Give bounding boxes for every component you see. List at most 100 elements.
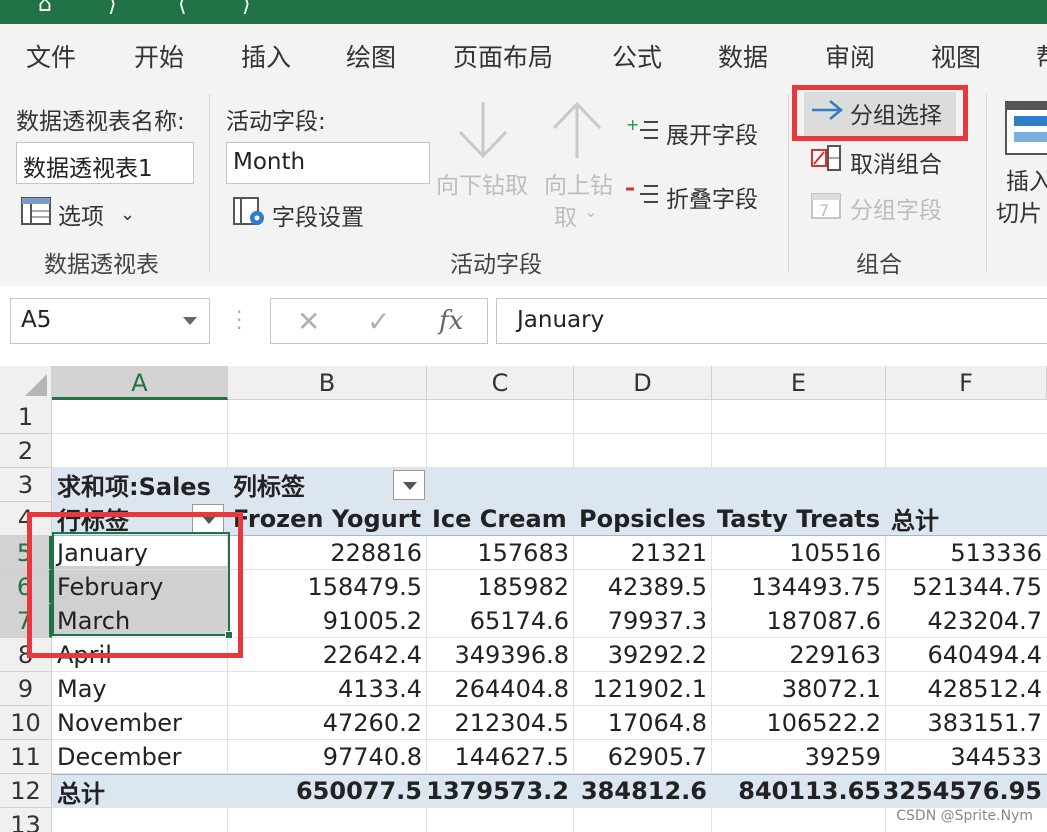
data-cell[interactable]: 158479.5 [228, 570, 427, 604]
data-cell[interactable]: 91005.2 [228, 604, 427, 637]
column-header-d[interactable]: D [574, 366, 712, 400]
menu-home[interactable]: 开始 [134, 38, 184, 74]
drill-down-button[interactable]: 向下钻取 [434, 100, 534, 220]
data-cell[interactable]: 383151.7 [886, 706, 1047, 739]
grand-total-label[interactable]: 总计 [52, 775, 228, 808]
row-label-cell[interactable]: December [52, 740, 228, 773]
data-cell[interactable]: 134493.75 [712, 570, 886, 604]
insert-function-icon[interactable]: fx [439, 306, 463, 336]
row-header[interactable]: 4 [0, 502, 52, 536]
data-cell[interactable]: 423204.7 [886, 604, 1047, 637]
data-cell[interactable]: 121902.1 [574, 672, 712, 705]
row-header[interactable]: 2 [0, 434, 52, 468]
data-cell[interactable]: 39292.2 [574, 638, 712, 671]
menu-data[interactable]: 数据 [718, 38, 768, 74]
data-cell[interactable]: 47260.2 [228, 706, 427, 739]
cancel-icon[interactable]: ✕ [297, 305, 320, 338]
name-box[interactable]: A5 [10, 298, 210, 344]
row-label-cell[interactable]: April [52, 638, 228, 671]
data-cell[interactable]: 105516 [712, 536, 886, 569]
pivot-name-input[interactable]: 数据透视表1 [16, 142, 194, 184]
row-header[interactable]: 11 [0, 740, 52, 774]
row-header[interactable]: 1 [0, 400, 52, 434]
header-cell[interactable]: Frozen Yogurt [228, 502, 427, 535]
total-cell[interactable]: 3254576.95 [883, 775, 1047, 807]
total-cell[interactable]: 1379573.2 [426, 775, 574, 807]
data-cell[interactable]: 157683 [427, 536, 574, 569]
group-selection-button[interactable]: 分组选择 [810, 96, 942, 130]
data-cell[interactable]: 187087.6 [712, 604, 886, 637]
data-cell[interactable]: 21321 [574, 536, 712, 569]
header-cell[interactable]: Popsicles [574, 502, 712, 535]
data-cell[interactable]: 264404.8 [427, 672, 574, 705]
data-cell[interactable]: 4133.4 [228, 672, 427, 705]
row-header[interactable]: 6 [0, 570, 52, 604]
data-cell[interactable]: 185982 [427, 570, 574, 604]
menu-page-layout[interactable]: 页面布局 [453, 38, 553, 74]
data-cell[interactable]: 513336 [886, 536, 1047, 569]
home-icon[interactable]: ⌂ [38, 0, 52, 16]
menu-view[interactable]: 视图 [931, 38, 981, 74]
data-cell[interactable]: 38072.1 [712, 672, 886, 705]
row-label-cell[interactable]: May [52, 672, 228, 705]
data-cell[interactable]: 22642.4 [228, 638, 427, 671]
forward-icon[interactable]: ⟩ [242, 0, 251, 16]
data-cell[interactable]: 39259 [712, 740, 886, 773]
column-header-b[interactable]: B [228, 366, 427, 400]
column-header-e[interactable]: E [712, 366, 886, 400]
collapse-field-button[interactable]: 折叠字段 [626, 180, 758, 214]
row-header[interactable]: 8 [0, 638, 52, 672]
menu-review[interactable]: 审阅 [825, 38, 875, 74]
data-cell[interactable]: 79937.3 [574, 604, 712, 637]
column-filter-dropdown[interactable] [393, 470, 425, 500]
menu-help[interactable]: 帮 [1036, 38, 1047, 74]
header-cell[interactable]: 总计 [886, 502, 1047, 535]
header-cell[interactable]: Ice Cream [427, 502, 574, 535]
options-button[interactable]: 选项 ⌄ [20, 196, 135, 232]
data-cell[interactable]: 62905.7 [574, 740, 712, 773]
data-cell[interactable]: 640494.4 [886, 638, 1047, 671]
data-cell[interactable]: 42389.5 [574, 570, 712, 604]
data-cell[interactable]: 144627.5 [427, 740, 574, 773]
data-cell[interactable]: 349396.8 [427, 638, 574, 671]
total-cell[interactable]: 650077.5 [228, 775, 427, 807]
header-cell[interactable]: Tasty Treats [712, 502, 886, 535]
forward-icon[interactable]: ⟩ [108, 0, 117, 16]
select-all-button[interactable] [0, 366, 52, 400]
row-header[interactable]: 9 [0, 672, 52, 706]
drag-handle-icon[interactable]: · · · [236, 302, 242, 338]
insert-slicer-button[interactable]: 插入 切片 [996, 98, 1047, 238]
menu-insert[interactable]: 插入 [241, 38, 291, 74]
menu-formulas[interactable]: 公式 [612, 38, 662, 74]
back-icon[interactable]: ⟨ [178, 0, 187, 16]
column-header-a[interactable]: A [52, 366, 228, 400]
row-header[interactable]: 3 [0, 468, 52, 502]
formula-input[interactable]: January [496, 298, 1047, 344]
data-cell[interactable]: 17064.8 [574, 706, 712, 739]
row-header[interactable]: 12 [0, 774, 52, 808]
total-cell[interactable]: 840113.65 [712, 775, 886, 807]
data-cell[interactable]: 212304.5 [427, 706, 574, 739]
data-cell[interactable]: 65174.6 [427, 604, 574, 637]
total-cell[interactable]: 384812.6 [574, 775, 712, 807]
active-field-input[interactable]: Month [226, 142, 430, 184]
pivot-value-field[interactable]: 求和项:Sales [52, 468, 228, 501]
fill-handle[interactable] [225, 631, 233, 639]
row-header[interactable]: 7 [0, 604, 52, 638]
drill-up-button[interactable]: 向上钻 取 ⌄ [540, 100, 620, 250]
data-cell[interactable]: 521344.75 [886, 570, 1047, 604]
group-field-button[interactable]: 7 分组字段 [810, 190, 942, 226]
row-header[interactable]: 13 [0, 808, 52, 832]
data-cell[interactable]: 229163 [712, 638, 886, 671]
row-label-cell[interactable]: November [52, 706, 228, 739]
data-cell[interactable]: 344533 [886, 740, 1047, 773]
column-header-f[interactable]: F [886, 366, 1047, 400]
data-cell[interactable]: 106522.2 [712, 706, 886, 739]
menu-draw[interactable]: 绘图 [346, 38, 396, 74]
column-header-c[interactable]: C [427, 366, 574, 400]
menu-file[interactable]: 文件 [26, 38, 76, 74]
ungroup-button[interactable]: 取消组合 [810, 144, 942, 180]
row-header[interactable]: 5 [0, 536, 52, 570]
enter-icon[interactable]: ✓ [367, 305, 390, 338]
row-header[interactable]: 10 [0, 706, 52, 740]
